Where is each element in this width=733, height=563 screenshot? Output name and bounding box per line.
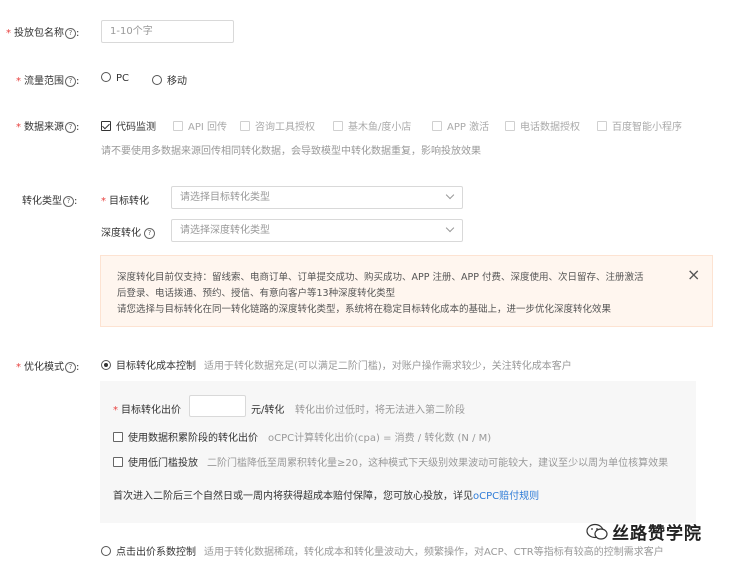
pkg-name-input[interactable]: 1-10个字 (101, 20, 234, 43)
traffic-label: * 流量范围?: (16, 76, 80, 87)
data-source-label: * 数据来源?: (16, 122, 80, 133)
checkbox-icon (432, 121, 442, 131)
opt-mode-option-cost[interactable]: 目标转化成本控制 (101, 357, 196, 372)
radio-icon[interactable] (101, 72, 111, 82)
target-conv-placeholder: 请选择目标转化类型 (180, 192, 270, 203)
source-option-code[interactable]: 代码监测 (101, 118, 156, 133)
target-conv-select[interactable]: 请选择目标转化类型 (171, 186, 463, 209)
deep-conv-label: 深度转化? (101, 224, 155, 239)
source-option-app: APP 激活 (432, 118, 489, 133)
source-option-phone: 电话数据授权 (505, 118, 580, 133)
radio-icon[interactable] (152, 75, 162, 85)
chevron-down-icon (445, 190, 455, 200)
bid-input[interactable] (189, 395, 246, 417)
pkg-name-label: * 投放包名称?: (6, 28, 80, 39)
low-threshold-hint: 二阶门槛降低至周累积转化量≥20，这种模式下天级别效果波动可能较大，建议至少以周… (207, 458, 669, 469)
traffic-option-mobile[interactable]: 移动 (152, 72, 187, 87)
checkbox-checked-icon[interactable] (101, 121, 111, 131)
help-icon[interactable]: ? (63, 196, 74, 207)
radio-selected-icon[interactable] (101, 360, 111, 370)
bid-unit: 元/转化 (251, 405, 285, 416)
bid-hint: 转化出价过低时，将无法进入第二阶段 (295, 405, 465, 416)
chevron-down-icon (445, 223, 455, 233)
help-icon[interactable]: ? (65, 28, 76, 39)
alert-line: 深度转化目前仅支持：留线索、电商订单、订单提交成功、购买成功、APP 注册、AP… (117, 272, 644, 283)
help-icon[interactable]: ? (65, 362, 76, 373)
ocpc-compensation-link[interactable]: oCPC赔付规则 (473, 491, 539, 502)
conv-type-label: 转化类型?: (22, 196, 78, 207)
radio-icon[interactable] (101, 546, 111, 556)
alert-line: 后登录、电话拨通、预约、授信、有意向客户等13种深度转化类型 (117, 288, 396, 299)
data-source-hint: 请不要使用多数据来源回传相同转化数据，会导致模型中转化数据重复，影响投放效果 (101, 146, 481, 157)
deep-conv-select[interactable]: 请选择深度转化类型 (171, 219, 463, 242)
help-icon[interactable]: ? (144, 228, 155, 239)
compensation-notice: 首次进入二阶后三个自然日或一周内将获得超成本赔付保障，您可放心投放，详见oCPC… (113, 491, 540, 502)
checkbox-icon[interactable] (113, 457, 123, 467)
watermark: 丝路赞学院 (586, 519, 702, 544)
opt-mode-option-click-desc: 适用于转化数据稀疏，转化成本和转化量波动大，频繁操作，对ACP、CTR等指标有较… (204, 547, 664, 558)
checkbox-icon (505, 121, 515, 131)
source-option-consult: 咨询工具授权 (240, 118, 315, 133)
opt-mode-label: * 优化模式?: (16, 362, 80, 373)
source-option-jimuyu: 基木鱼/度小店 (333, 118, 411, 133)
bid-label: * 目标转化出价 (113, 405, 181, 416)
checkbox-icon (173, 121, 183, 131)
low-threshold-checkbox[interactable]: 使用低门槛投放 (113, 454, 198, 469)
traffic-option-pc[interactable]: PC (101, 72, 129, 84)
accum-bid-hint: oCPC计算转化出价(cpa) = 消费 / 转化数 (N / M) (268, 433, 492, 444)
target-conv-label: * 目标转化 (101, 196, 149, 207)
checkbox-icon (597, 121, 607, 131)
accum-bid-checkbox[interactable]: 使用数据积累阶段的转化出价 (113, 429, 258, 444)
opt-mode-panel: * 目标转化出价 元/转化 转化出价过低时，将无法进入第二阶段 使用数据积累阶段的… (100, 381, 696, 523)
deep-conv-placeholder: 请选择深度转化类型 (180, 225, 270, 236)
alert-line: 请您选择与目标转化在同一转化链路的深度转化类型，系统将在稳定目标转化成本的基础上… (117, 304, 612, 315)
checkbox-icon (333, 121, 343, 131)
opt-mode-option-click[interactable]: 点击出价系数控制 (101, 543, 196, 558)
close-icon[interactable]: × (687, 265, 700, 284)
source-option-api: API 回传 (173, 118, 227, 133)
help-icon[interactable]: ? (65, 76, 76, 87)
wechat-icon (586, 523, 608, 540)
source-option-miniprogram: 百度智能小程序 (597, 118, 682, 133)
opt-mode-option-cost-desc: 适用于转化数据充足(可以满足二阶门槛)，对账户操作需求较少，关注转化成本客户 (204, 361, 572, 372)
checkbox-icon[interactable] (113, 432, 123, 442)
help-icon[interactable]: ? (65, 122, 76, 133)
checkbox-icon (240, 121, 250, 131)
deep-conv-alert: 深度转化目前仅支持：留线索、电商订单、订单提交成功、购买成功、APP 注册、AP… (100, 255, 713, 327)
